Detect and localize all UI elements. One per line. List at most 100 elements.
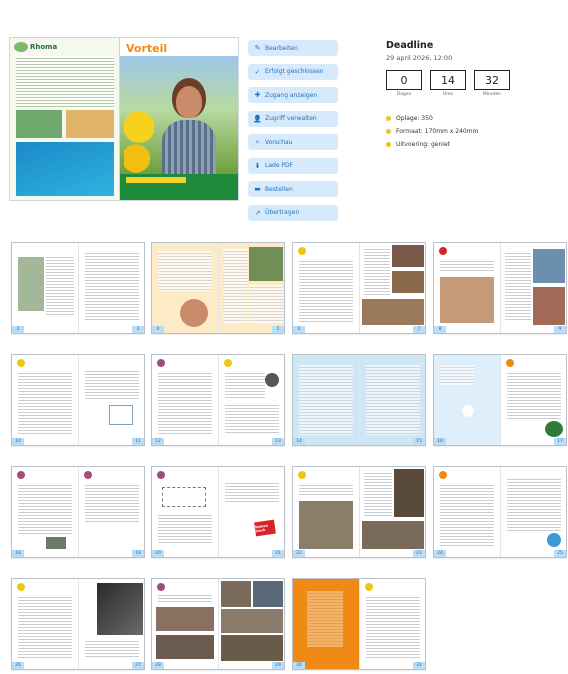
page-text: [365, 595, 420, 659]
add-access-button[interactable]: ✚ Zugang anzeigen: [248, 87, 338, 103]
page-left: 18: [12, 467, 79, 557]
page-spread[interactable]: 8 9: [434, 243, 566, 333]
preview-icon: ⌕: [255, 137, 260, 146]
page-text: [158, 513, 212, 543]
section-icon: [83, 471, 92, 479]
page-text: [363, 247, 390, 295]
page-spread[interactable]: 14 15: [293, 355, 425, 445]
deadline-panel: Deadline 29 april 2026, 12:00 0 Dagen 14…: [386, 40, 556, 154]
page-spread[interactable]: 16 17: [434, 355, 566, 445]
page-left: 16: [434, 355, 501, 445]
page-text: [84, 369, 139, 399]
check-icon: ✓: [254, 67, 261, 76]
action-label: Zugang anzeigen: [265, 91, 318, 99]
page-text: [224, 403, 279, 435]
page-text: [224, 371, 265, 399]
page-image: [532, 249, 565, 283]
page-spread[interactable]: 28 29: [152, 579, 284, 669]
page-left: 20: [152, 467, 219, 557]
action-label: Zugriff verwalten: [265, 115, 317, 122]
print-specs: Oplage: 350 Formaat: 170mm x 240mm Uitvo…: [386, 115, 556, 148]
page-number: 26: [12, 662, 24, 669]
page-image: [220, 609, 283, 633]
transfer-button[interactable]: ↗ Übertragen: [248, 204, 338, 221]
page-number: 12: [152, 438, 164, 445]
countdown-label: Uren: [442, 92, 454, 97]
page-left: 8: [434, 243, 501, 333]
download-pdf-button[interactable]: ⬇ Lade PDF: [248, 157, 338, 174]
order-icon: ▬: [254, 185, 261, 193]
page-number: 30: [293, 662, 305, 669]
page-image: [391, 245, 424, 267]
page-number: 29: [272, 662, 284, 669]
download-icon: ⬇: [254, 161, 261, 170]
action-label: Bearbeiten: [265, 44, 298, 52]
page-number: 18: [12, 550, 24, 557]
user-icon: 👤: [253, 114, 262, 123]
page-right: 13: [219, 355, 284, 445]
page-text: [440, 365, 474, 385]
page-spread[interactable]: 6 7: [293, 243, 425, 333]
page-spread[interactable]: 4 5: [152, 243, 284, 333]
page-spread[interactable]: 20 Samen sterk 21: [152, 467, 284, 557]
page-text: [158, 251, 212, 291]
page-spread[interactable]: 18 19: [12, 467, 144, 557]
page-image: [393, 469, 424, 517]
page-spread[interactable]: 26 27: [12, 579, 144, 669]
page-left: 22: [293, 467, 360, 557]
page-text: [504, 251, 531, 321]
page-number: 21: [272, 550, 284, 557]
page-left: 4: [152, 243, 219, 333]
spec-item: Oplage: 350: [386, 115, 556, 122]
action-label: Vorschau: [265, 138, 293, 146]
page-spread[interactable]: 30 31: [293, 579, 425, 669]
countdown-label: Dagen: [396, 92, 412, 97]
preview-button[interactable]: ⌕ Vorschau: [248, 134, 338, 150]
back-cover-advert: [16, 142, 114, 196]
page-number: 15: [413, 438, 425, 445]
page-spread[interactable]: 24 25: [434, 467, 566, 557]
page-number: 6: [293, 326, 305, 333]
approve-button[interactable]: ✓ Erfolgt geschlossen: [248, 63, 338, 80]
cover-spread[interactable]: Rhoma Vorteil: [10, 38, 238, 200]
order-button[interactable]: ▬ Bestellen: [248, 181, 338, 197]
page-image: [532, 287, 565, 325]
page-text: [222, 249, 247, 323]
page-image: [156, 635, 214, 659]
spec-text: Formaat: 170mm x 240mm: [396, 128, 479, 135]
countdown-value: 14: [430, 70, 466, 90]
edit-button[interactable]: ✎ Bearbeiten: [248, 40, 338, 56]
cover-photo: [120, 56, 238, 192]
page-image: [448, 391, 488, 431]
page-spread[interactable]: 22 23: [293, 467, 425, 557]
page-number: 17: [554, 438, 566, 445]
page-image: [440, 277, 494, 323]
section-icon: [17, 471, 25, 479]
page-number: 20: [152, 550, 164, 557]
page-left: 6: [293, 243, 360, 333]
page-text: [18, 483, 72, 535]
page-left: 10: [12, 355, 79, 445]
page-right: 11: [79, 355, 144, 445]
page-right: 5: [218, 243, 284, 333]
action-menu: ✎ Bearbeiten ✓ Erfolgt geschlossen ✚ Zugang…: [248, 40, 338, 228]
section-icon: [157, 359, 165, 367]
sunflower-image: [124, 106, 154, 176]
manage-access-button[interactable]: 👤 Zugriff verwalten: [248, 110, 338, 127]
countdown: 0 Dagen 14 Uren 32 Minuten: [386, 70, 556, 97]
page-image: [546, 533, 561, 547]
page-text: [307, 591, 343, 647]
page-right: 15: [359, 355, 425, 445]
page-number: 28: [152, 662, 164, 669]
page-number: 3: [132, 326, 144, 333]
page-left: 30: [293, 579, 360, 669]
page-number: 8: [434, 326, 446, 333]
page-right: 7: [360, 243, 425, 333]
page-number: 14: [293, 438, 305, 445]
share-icon: ↗: [254, 208, 261, 217]
spec-item: Formaat: 170mm x 240mm: [386, 128, 556, 135]
page-text: [299, 259, 353, 323]
page-spread[interactable]: 10 11: [12, 355, 144, 445]
page-spread[interactable]: 12 13: [152, 355, 284, 445]
page-spread[interactable]: 2 3: [12, 243, 144, 333]
